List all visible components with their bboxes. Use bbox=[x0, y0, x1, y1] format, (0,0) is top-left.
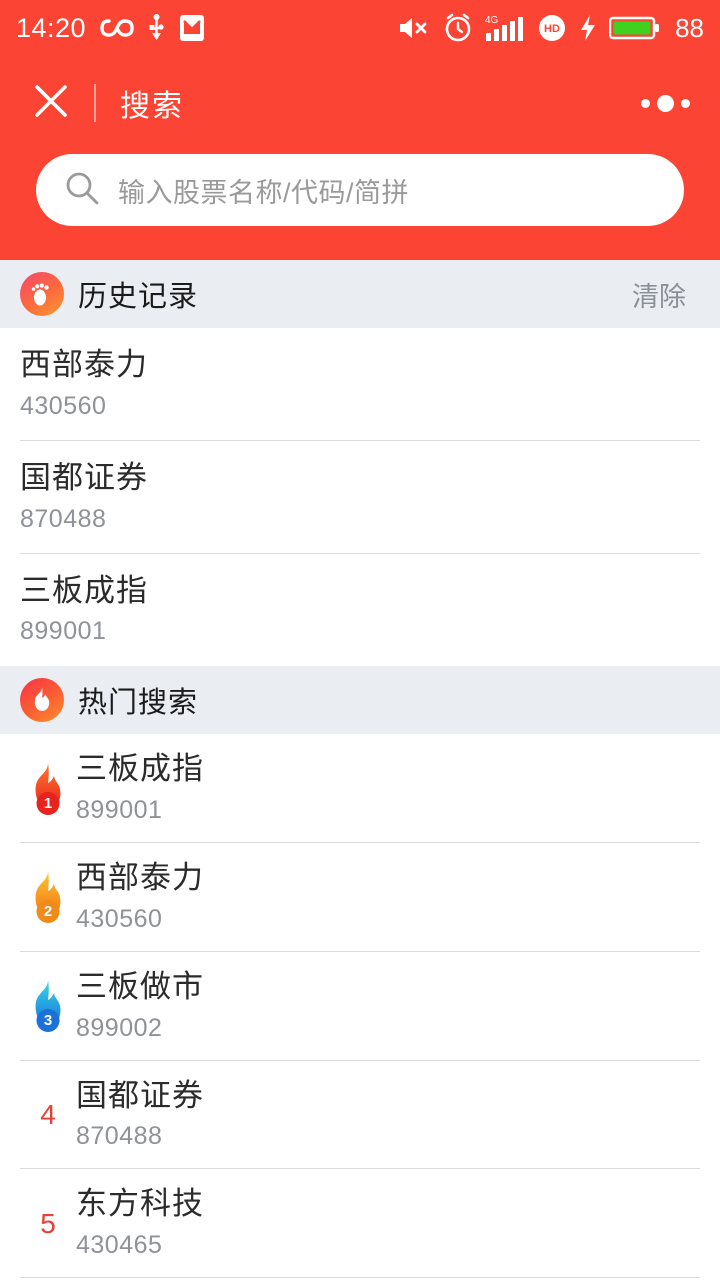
rank-badge: 1 bbox=[36, 791, 60, 815]
flame-rank-icon: 3 bbox=[26, 978, 70, 1034]
rank-number: 4 bbox=[40, 1098, 56, 1130]
close-button[interactable] bbox=[24, 76, 78, 130]
stock-name: 西部泰力 bbox=[20, 347, 148, 382]
search-bar-container: 输入股票名称/代码/简拼 bbox=[0, 150, 720, 260]
search-icon bbox=[64, 170, 100, 211]
clear-history-button[interactable]: 清除 bbox=[618, 267, 700, 322]
status-bar: 14:20 4G HD 88 bbox=[0, 0, 720, 56]
footprint-icon bbox=[20, 272, 64, 316]
stock-code: 870488 bbox=[76, 1122, 163, 1151]
stock-name: 国都证券 bbox=[76, 1077, 204, 1113]
alarm-clock-icon bbox=[443, 13, 473, 43]
mute-icon bbox=[397, 15, 431, 41]
list-item[interactable]: 2 西部泰力 430560 bbox=[0, 843, 720, 952]
history-section-header: 历史记录 清除 bbox=[0, 260, 720, 328]
rank-badge: 3 bbox=[36, 1009, 60, 1033]
mail-shield-icon bbox=[179, 14, 205, 42]
flame-icon bbox=[20, 678, 64, 723]
rank-indicator: 4 bbox=[20, 1099, 76, 1131]
status-bar-clock: 14:20 bbox=[16, 12, 87, 43]
list-item[interactable]: 5 东方科技 430465 bbox=[0, 1169, 720, 1278]
stock-name: 三板成指 bbox=[76, 751, 204, 787]
search-placeholder-text: 输入股票名称/代码/简拼 bbox=[118, 177, 410, 208]
stock-name: 东方科技 bbox=[76, 1186, 204, 1222]
stock-code: 899001 bbox=[76, 796, 163, 824]
rank-indicator: 1 bbox=[20, 761, 76, 817]
infinity-icon bbox=[100, 17, 134, 39]
stock-code: 899001 bbox=[20, 617, 107, 646]
stock-code: 430465 bbox=[76, 1231, 163, 1259]
stock-name: 国都证券 bbox=[20, 459, 148, 495]
more-options-icon bbox=[641, 98, 650, 108]
close-icon bbox=[29, 79, 73, 128]
header-divider bbox=[94, 84, 96, 122]
stock-code: 899002 bbox=[76, 1013, 163, 1042]
stock-code: 430560 bbox=[76, 904, 163, 933]
hd-volte-icon: HD bbox=[537, 13, 567, 43]
flame-rank-icon: 2 bbox=[26, 869, 70, 925]
history-section-title: 历史记录 bbox=[78, 281, 199, 313]
stock-code: 870488 bbox=[20, 504, 107, 533]
list-item[interactable]: 三板成指 899001 bbox=[0, 554, 720, 667]
app-screen: 14:20 4G HD 88 搜索 输入股票名称/代码/简拼 历史记录 清除 西… bbox=[0, 0, 720, 1280]
stock-code: 430560 bbox=[20, 391, 107, 420]
stock-name: 三板做市 bbox=[76, 968, 204, 1004]
more-options-icon-right bbox=[681, 98, 690, 108]
signal-bars-icon: 4G bbox=[485, 13, 525, 43]
more-options-button[interactable] bbox=[635, 79, 696, 128]
rank-indicator: 2 bbox=[20, 869, 76, 925]
hot-search-list: 1 三板成指 899001 2 西部泰力 4 30560 3 三板做市 89900… bbox=[0, 734, 720, 1280]
page-title: 搜索 bbox=[120, 90, 184, 123]
svg-text:4G: 4G bbox=[485, 15, 499, 26]
stock-name: 西部泰力 bbox=[76, 860, 204, 895]
list-item[interactable]: 西部泰力 430560 bbox=[0, 328, 720, 441]
flame-rank-icon: 1 bbox=[26, 761, 70, 817]
battery-icon bbox=[609, 14, 661, 42]
usb-icon bbox=[148, 14, 165, 42]
list-item[interactable]: 1 三板成指 899001 bbox=[0, 734, 720, 843]
rank-indicator: 5 bbox=[20, 1208, 76, 1240]
charging-bolt-icon bbox=[579, 14, 597, 42]
app-header: 搜索 bbox=[0, 56, 720, 150]
more-options-icon-center bbox=[657, 94, 674, 112]
hot-section-title: 热门搜索 bbox=[78, 687, 199, 720]
stock-name: 三板成指 bbox=[20, 572, 148, 608]
status-bar-left: 14:20 bbox=[16, 13, 205, 44]
hot-section-header: 热门搜索 bbox=[0, 666, 720, 735]
svg-text:HD: HD bbox=[544, 23, 560, 35]
list-item[interactable]: 3 三板做市 899002 bbox=[0, 952, 720, 1061]
rank-number: 5 bbox=[40, 1207, 56, 1239]
search-input[interactable]: 输入股票名称/代码/简拼 bbox=[36, 154, 684, 226]
rank-badge: 2 bbox=[36, 900, 60, 924]
battery-percent-label: 88 bbox=[675, 12, 704, 43]
rank-indicator: 3 bbox=[20, 978, 76, 1034]
list-item[interactable]: 4 国都证券 870488 bbox=[0, 1061, 720, 1170]
history-list: 西部泰力 430560 国都证券 870488 三板成指 899001 bbox=[0, 328, 720, 667]
status-bar-right: 4G HD 88 bbox=[397, 13, 704, 44]
list-item[interactable]: 国都证券 870488 bbox=[0, 441, 720, 554]
